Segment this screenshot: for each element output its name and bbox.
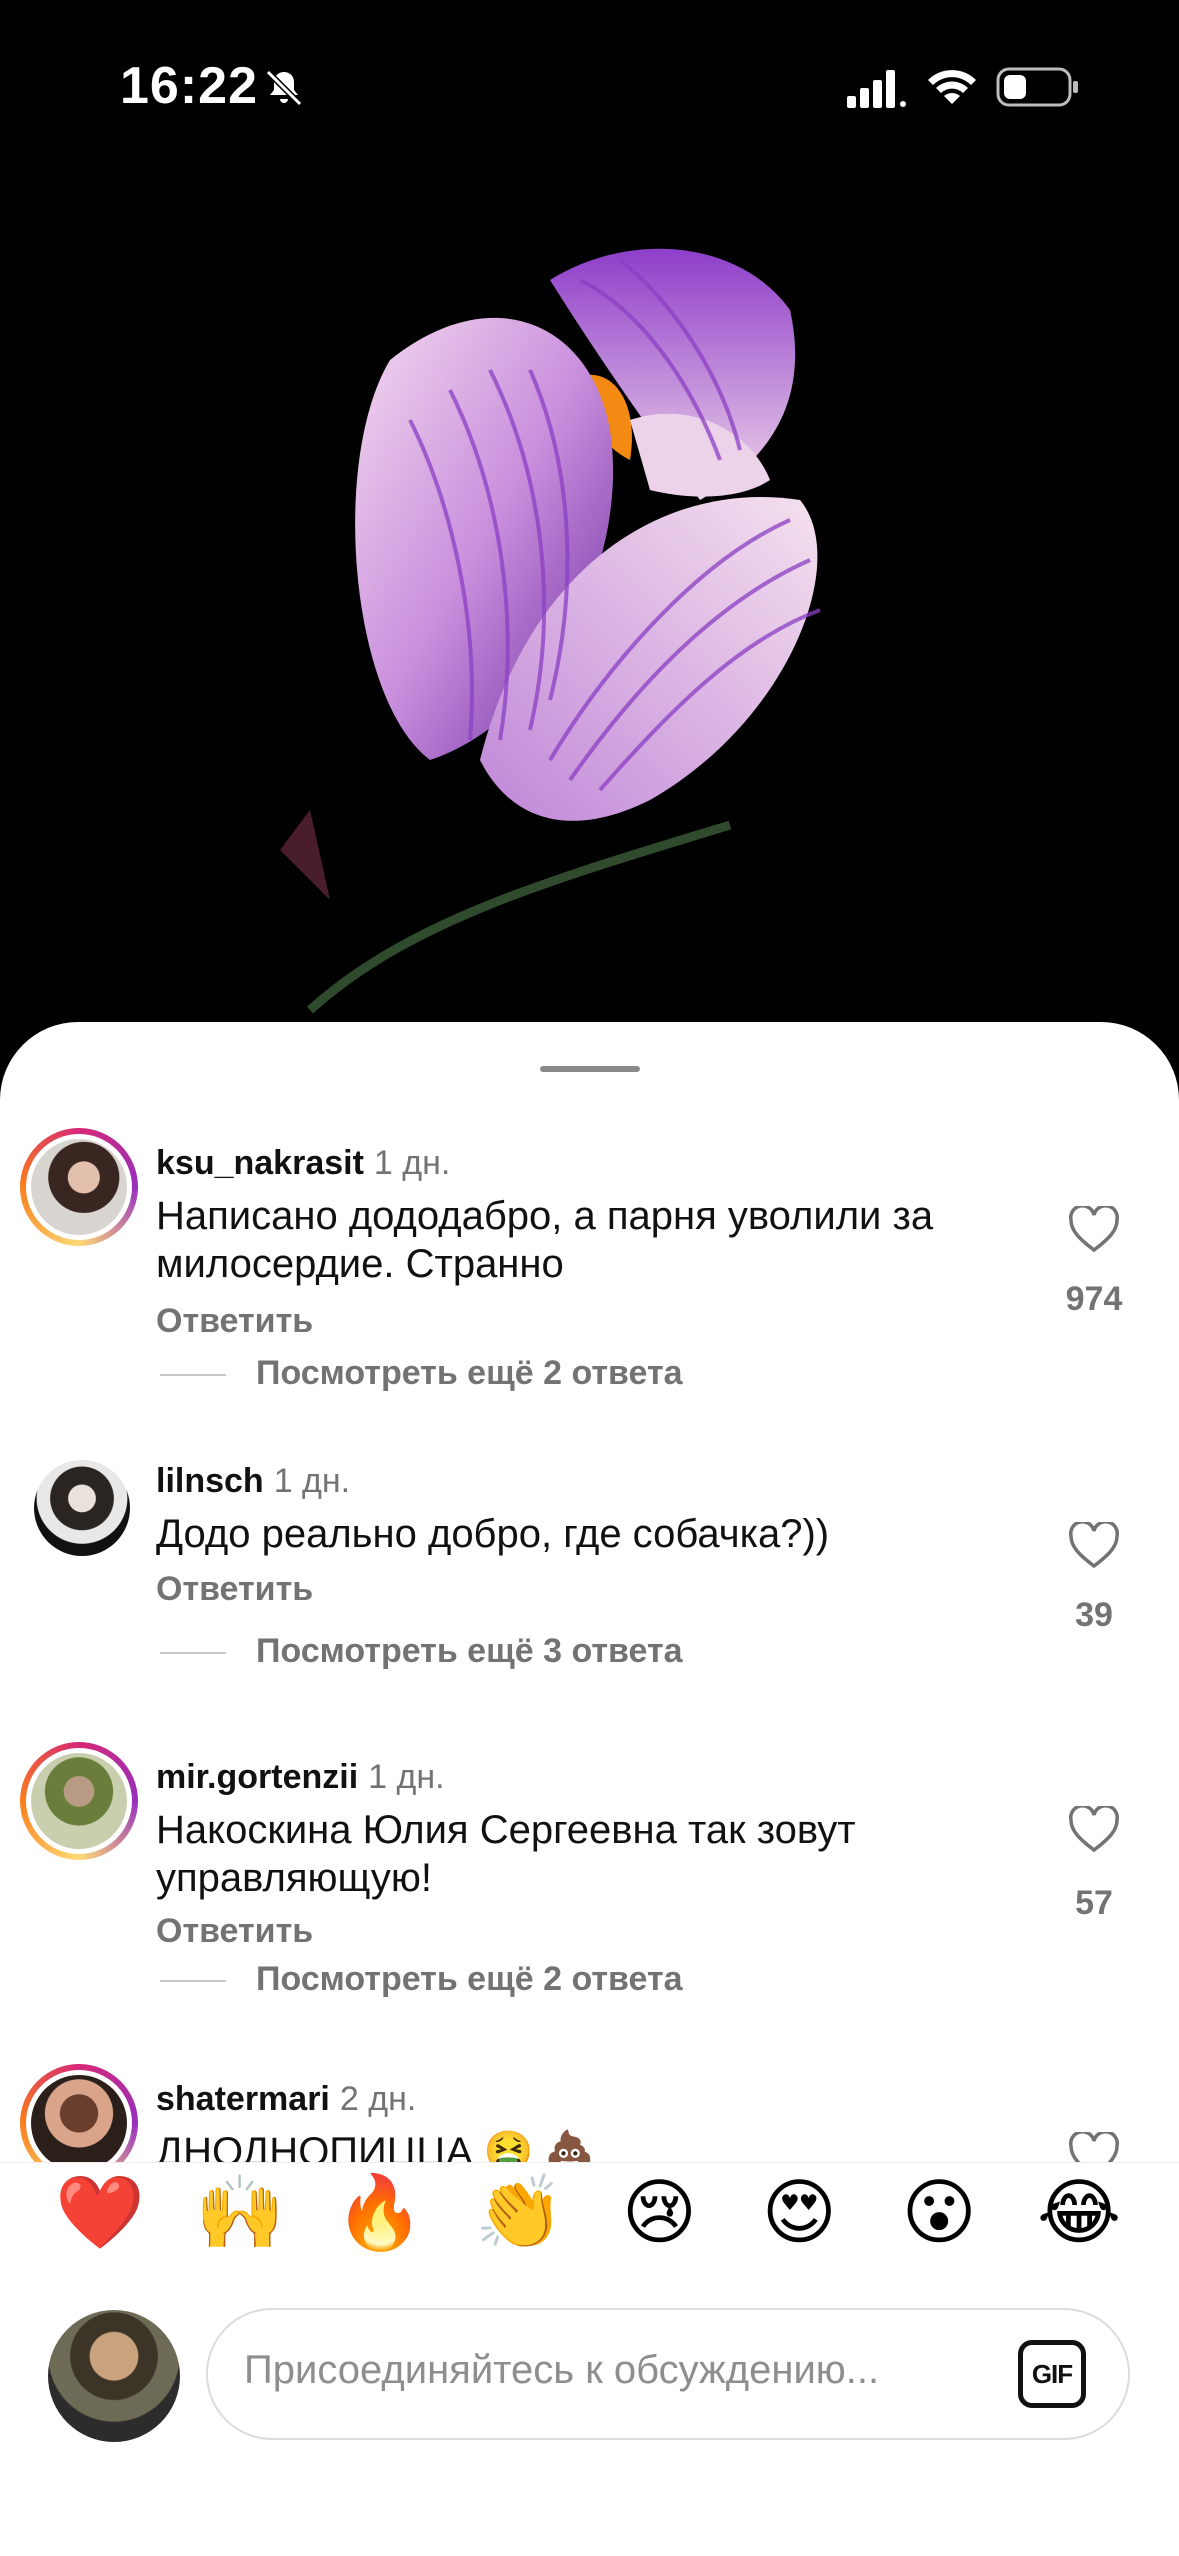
comment-item: ksu_nakrasit 1 дн. Написано дододабро, а … bbox=[0, 1112, 1179, 1430]
replies-divider bbox=[160, 1374, 226, 1376]
emoji-surprised-button[interactable]: 😮 bbox=[889, 2177, 989, 2249]
comment-text: ДНОДНОПИЦЦА 🤮 💩 bbox=[156, 2130, 595, 2162]
view-more-replies-button[interactable]: Посмотреть ещё 2 ответа bbox=[256, 1354, 683, 1393]
comment-text: Накоскина Юлия Сергеевна так зовут управ… bbox=[156, 1808, 856, 1900]
cellular-signal-icon bbox=[847, 70, 906, 108]
comment-time: 2 дн. bbox=[339, 2080, 417, 2118]
comment-time: 1 дн. bbox=[368, 1758, 445, 1796]
emoji-clap-button[interactable]: 👏 bbox=[470, 2177, 570, 2249]
video-player[interactable] bbox=[0, 170, 1179, 1030]
comment-username[interactable]: lilnsch 1 дн. bbox=[156, 1462, 350, 1501]
comment-item: shatermari 2 дн. ДНОДНОПИЦЦА 🤮 💩 bbox=[0, 2048, 1179, 2162]
like-count: 57 bbox=[1075, 1884, 1113, 1922]
bell-off-icon bbox=[265, 69, 303, 107]
reply-button[interactable]: Ответить bbox=[156, 1912, 313, 1951]
heart-icon[interactable] bbox=[1068, 1206, 1120, 1254]
comment-item: mir.gortenzii 1 дн. Накоскина Юлия Сергее… bbox=[0, 1726, 1179, 2048]
emoji-raised-hands-button[interactable]: 🙌 bbox=[190, 2177, 290, 2249]
emoji-laughing-button[interactable]: 😂 bbox=[1029, 2177, 1129, 2249]
comment-time: 1 дн. bbox=[373, 1144, 451, 1182]
reply-button[interactable]: Ответить bbox=[156, 1302, 313, 1341]
comment-item: lilnsch 1 дн. Додо реально добро, где соб… bbox=[0, 1430, 1179, 1726]
replies-divider bbox=[160, 1980, 226, 1982]
status-time: 16:22 bbox=[120, 57, 258, 115]
comment-time: 1 дн. bbox=[273, 1462, 351, 1500]
comment-input[interactable] bbox=[244, 2348, 984, 2393]
heart-icon[interactable] bbox=[1068, 2132, 1120, 2162]
comment-composer: GIF bbox=[206, 2308, 1130, 2440]
comment-username[interactable]: ksu_nakrasit 1 дн. bbox=[156, 1144, 450, 1183]
avatar[interactable] bbox=[20, 2064, 138, 2162]
view-more-replies-button[interactable]: Посмотреть ещё 3 ответа bbox=[256, 1632, 683, 1671]
wifi-icon bbox=[928, 70, 976, 104]
emoji-heart-eyes-button[interactable]: 😍 bbox=[749, 2177, 849, 2249]
reply-button[interactable]: Ответить bbox=[156, 1570, 313, 1609]
comment-text: Додо реально добро, где собачка?)) bbox=[156, 1512, 830, 1556]
status-bar: 16:22 bbox=[0, 0, 1179, 170]
like-count: 39 bbox=[1075, 1596, 1113, 1634]
gif-button[interactable]: GIF bbox=[1018, 2340, 1086, 2408]
heart-icon[interactable] bbox=[1068, 1806, 1120, 1854]
emoji-crying-button[interactable]: 😢 bbox=[609, 2177, 709, 2249]
battery-icon bbox=[996, 67, 1078, 107]
emoji-fire-button[interactable]: 🔥 bbox=[330, 2177, 430, 2249]
comments-sheet: ksu_nakrasit 1 дн. Написано дододабро, а … bbox=[0, 1022, 1179, 2556]
emoji-heart-button[interactable]: ❤️ bbox=[50, 2177, 150, 2249]
avatar[interactable] bbox=[20, 1128, 138, 1246]
comments-list[interactable]: ksu_nakrasit 1 дн. Написано дододабро, а … bbox=[0, 1112, 1179, 2162]
emoji-reaction-bar: ❤️ 🙌 🔥 👏 😢 😍 😮 😂 bbox=[0, 2162, 1179, 2262]
avatar[interactable] bbox=[20, 1742, 138, 1860]
user-avatar bbox=[48, 2310, 180, 2442]
heart-icon[interactable] bbox=[1068, 1522, 1120, 1570]
crocus-flower-image bbox=[280, 248, 821, 1014]
comment-text: Написано дододабро, а парня уволили за м… bbox=[156, 1194, 934, 1286]
avatar[interactable] bbox=[34, 1460, 130, 1556]
like-count: 974 bbox=[1065, 1280, 1123, 1318]
replies-divider bbox=[160, 1652, 226, 1654]
comment-username[interactable]: shatermari 2 дн. bbox=[156, 2080, 416, 2119]
view-more-replies-button[interactable]: Посмотреть ещё 2 ответа bbox=[256, 1960, 683, 1999]
drag-handle[interactable] bbox=[540, 1066, 640, 1072]
comment-username[interactable]: mir.gortenzii 1 дн. bbox=[156, 1758, 445, 1797]
